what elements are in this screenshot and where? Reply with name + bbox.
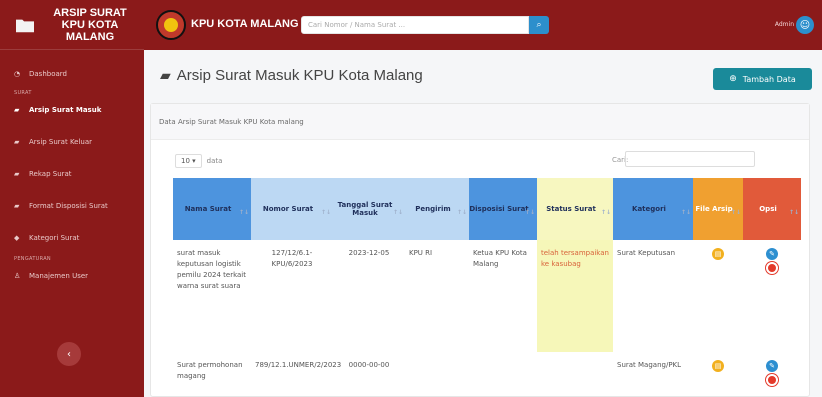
col-pengirim[interactable]: Pengirim ↑↓ [405, 178, 469, 240]
tag-icon: ◆ [14, 234, 20, 242]
sidebar-item-rekap-surat[interactable]: ▰ Rekap Surat [0, 168, 144, 180]
col-status-surat[interactable]: Status Surat ↑↓ [537, 178, 613, 240]
file-icon[interactable]: ▤ [712, 360, 724, 372]
sidebar-item-label: Manajemen User [29, 272, 89, 280]
sort-icon: ↑↓ [730, 209, 741, 216]
length-control: 10 ▾ data [175, 154, 222, 168]
sidebar-item-format-disposisi[interactable]: ▰ Format Disposisi Surat [0, 200, 144, 212]
surat-table: Nama Surat ↑↓ Nomor Surat ↑↓ Tanggal Surat… [173, 178, 801, 397]
sidebar: ARSIP SURAT KPU KOTA MALANG ◔ Dashboard … [0, 0, 144, 397]
data-card: Data Arsip Surat Masuk KPU Kota malang 1… [150, 103, 810, 397]
add-data-label: Tambah Data [742, 74, 796, 84]
sidebar-item-label: Arsip Surat Keluar [29, 138, 93, 146]
col-nama-surat[interactable]: Nama Surat ↑↓ [173, 178, 251, 240]
cell-status: telah tersampaikan ke kasubag [537, 240, 613, 352]
length-suffix: data [206, 157, 223, 165]
card-title: Data Arsip Surat Masuk KPU Kota malang [151, 104, 809, 140]
sidebar-item-dashboard[interactable]: ◔ Dashboard [0, 68, 144, 80]
folder-icon: ▰ [14, 202, 20, 210]
sort-icon: ↑↓ [600, 209, 611, 216]
user-icon: ♙ [14, 272, 21, 280]
length-select-value: 10 [181, 157, 190, 165]
col-disposisi-surat[interactable]: Disposisi Surat ↑↓ [469, 178, 537, 240]
col-file-arsip[interactable]: File Arsip ↑↓ [693, 178, 743, 240]
cell-file: ▤ [693, 240, 743, 352]
table-row: Surat permohonan magang 789/12.1.UNMER/2… [173, 352, 801, 397]
dashboard-icon: ◔ [14, 70, 21, 78]
sidebar-item-label: Dashboard [29, 70, 67, 78]
sidebar-item-label: Format Disposisi Surat [29, 202, 108, 210]
cell-file: ▤ [693, 352, 743, 397]
cell-pengirim [405, 352, 469, 397]
cell-opsi: ✎ [743, 240, 801, 352]
cell-pengirim: KPU RI [409, 249, 433, 257]
cell-disposisi [469, 352, 537, 397]
sort-icon: ↑↓ [392, 209, 403, 216]
folder-icon: ▰ [14, 106, 20, 114]
col-tanggal-surat[interactable]: Tanggal Surat Masuk ↑↓ [333, 178, 405, 240]
cell-kategori: Surat Keputusan [617, 249, 675, 257]
search-input[interactable]: Cari Nomor / Nama Surat ... [301, 16, 529, 34]
sort-icon: ↑↓ [788, 209, 799, 216]
archive-icon [16, 19, 34, 32]
sidebar-item-arsip-surat-masuk[interactable]: ▰ Arsip Surat Masuk [0, 104, 144, 116]
add-data-button[interactable]: ⊕ Tambah Data [713, 68, 812, 90]
sidebar-brand[interactable]: ARSIP SURAT KPU KOTA MALANG [0, 0, 144, 50]
sort-icon: ↑↓ [320, 209, 331, 216]
sidebar-item-label: Arsip Surat Masuk [29, 106, 102, 114]
brand-title: ARSIP SURAT KPU KOTA MALANG [53, 6, 127, 43]
user-icon: ☺ [799, 19, 811, 31]
avatar[interactable]: ☺ [796, 16, 814, 34]
folder-icon: ▰ [160, 67, 171, 83]
table-row: surat masuk keputusan logistik pemilu 20… [173, 240, 801, 352]
cell-kategori: Surat Magang/PKL [617, 361, 682, 369]
chevron-left-icon: ‹ [67, 348, 71, 360]
search-button[interactable]: ⌕ [529, 16, 549, 34]
kpu-logo [156, 10, 186, 40]
folder-icon: ▰ [14, 170, 20, 178]
table-search-input[interactable] [625, 151, 755, 167]
col-opsi[interactable]: Opsi ↑↓ [743, 178, 801, 240]
sidebar-item-manajemen-user[interactable]: ♙ Manajemen User [0, 270, 144, 282]
sort-icon: ↑↓ [524, 209, 535, 216]
edit-icon[interactable]: ✎ [766, 248, 778, 260]
sidebar-item-label: Rekap Surat [29, 170, 72, 178]
topbar-title: KPU KOTA MALANG [191, 18, 299, 30]
search-icon: ⌕ [536, 20, 542, 30]
cell-tanggal: 2023-12-05 [348, 249, 390, 257]
delete-icon[interactable] [766, 262, 778, 274]
delete-icon[interactable] [766, 374, 778, 386]
cell-nomor: 127/12/6.1-KPU/6/2023 [271, 249, 313, 268]
table-header-row: Nama Surat ↑↓ Nomor Surat ↑↓ Tanggal Surat… [173, 178, 801, 240]
sidebar-item-arsip-surat-keluar[interactable]: ▰ Arsip Surat Keluar [0, 136, 144, 148]
admin-name[interactable]: Admin [775, 21, 794, 28]
cell-nomor: 789/12.1.UNMER/2/2023 [255, 361, 342, 369]
cell-status [537, 352, 613, 397]
cell-nama: Surat permohonan magang [177, 361, 243, 380]
sort-icon: ↑↓ [680, 209, 691, 216]
file-icon[interactable]: ▤ [712, 248, 724, 260]
cell-nama: surat masuk keputusan logistik pemilu 20… [177, 249, 246, 290]
col-nomor-surat[interactable]: Nomor Surat ↑↓ [251, 178, 333, 240]
page-title-text: Arsip Surat Masuk KPU Kota Malang [176, 67, 423, 84]
length-select[interactable]: 10 ▾ [175, 154, 202, 168]
sidebar-item-kategori-surat[interactable]: ◆ Kategori Surat [0, 232, 144, 244]
sort-icon: ↑↓ [456, 209, 467, 216]
cell-opsi: ✎ [743, 352, 801, 397]
sidebar-toggle-button[interactable]: ‹ [57, 342, 81, 366]
page-title: ▰ Arsip Surat Masuk KPU Kota Malang [160, 67, 423, 84]
folder-icon: ▰ [14, 138, 20, 146]
plus-circle-icon: ⊕ [729, 74, 737, 84]
col-kategori[interactable]: Kategori ↑↓ [613, 178, 693, 240]
sort-icon: ↑↓ [238, 209, 249, 216]
edit-icon[interactable]: ✎ [766, 360, 778, 372]
cell-disposisi: Ketua KPU Kota Malang [473, 249, 527, 268]
sidebar-item-label: Kategori Surat [29, 234, 80, 242]
cell-tanggal: 0000-00-00 [348, 361, 390, 369]
topbar: KPU KOTA MALANG Cari Nomor / Nama Surat … [144, 0, 822, 50]
